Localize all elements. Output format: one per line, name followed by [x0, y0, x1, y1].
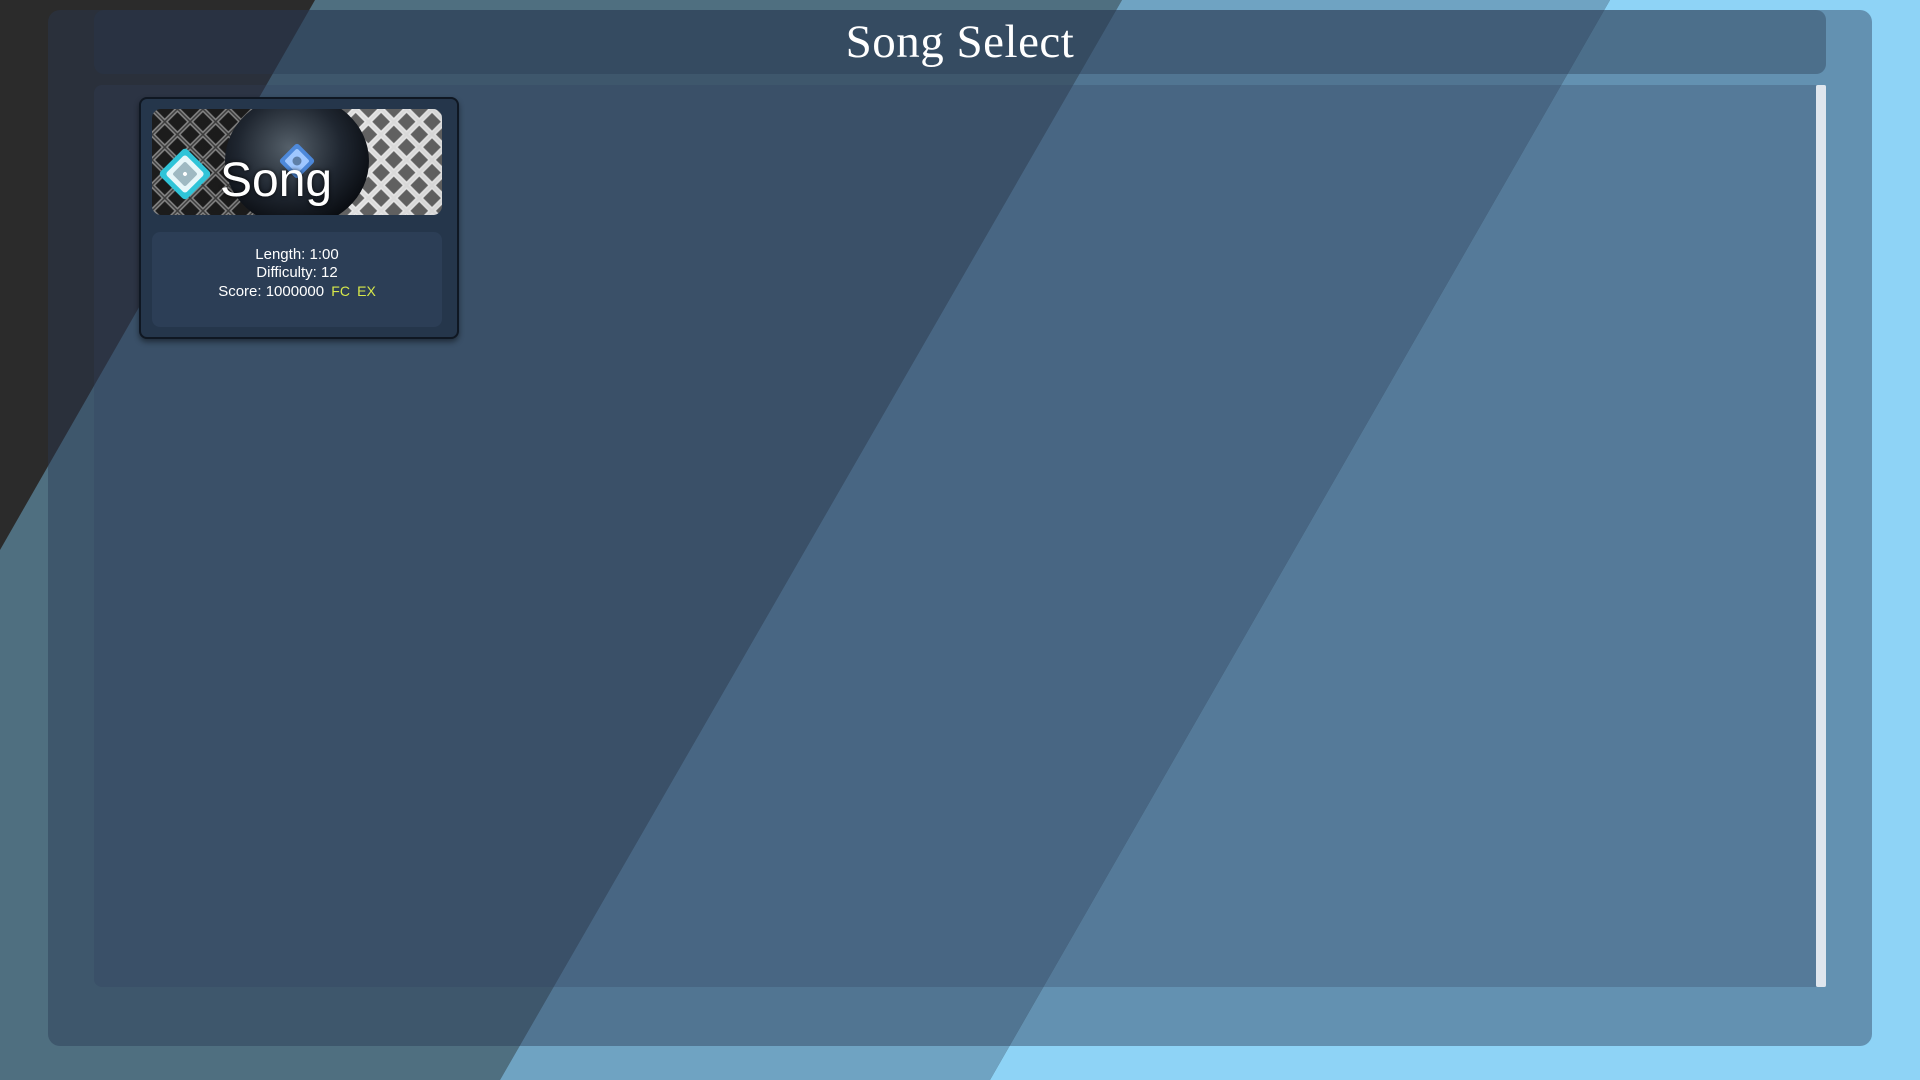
song-info-box: Length: 1:00 Difficulty: 12 Score: 10000…: [152, 232, 442, 327]
full-combo-badge: FC: [331, 283, 350, 299]
song-card[interactable]: Song Length: 1:00 Difficulty: 12 Score: …: [139, 97, 459, 339]
song-length: Length: 1:00: [255, 246, 339, 263]
rank-badge: EX: [357, 283, 376, 299]
song-thumbnail: Song: [152, 109, 442, 215]
song-difficulty: Difficulty: 12: [256, 264, 338, 281]
song-list-scrollbar[interactable]: [1816, 85, 1826, 987]
song-score-row: Score: 1000000 FC EX: [152, 282, 442, 301]
page-title: Song Select: [845, 16, 1075, 68]
song-score: Score: 1000000: [218, 283, 325, 300]
scrollbar-thumb[interactable]: [1816, 85, 1826, 987]
title-bar: Song Select: [94, 10, 1826, 74]
song-thumbnail-label: Song: [220, 154, 333, 207]
